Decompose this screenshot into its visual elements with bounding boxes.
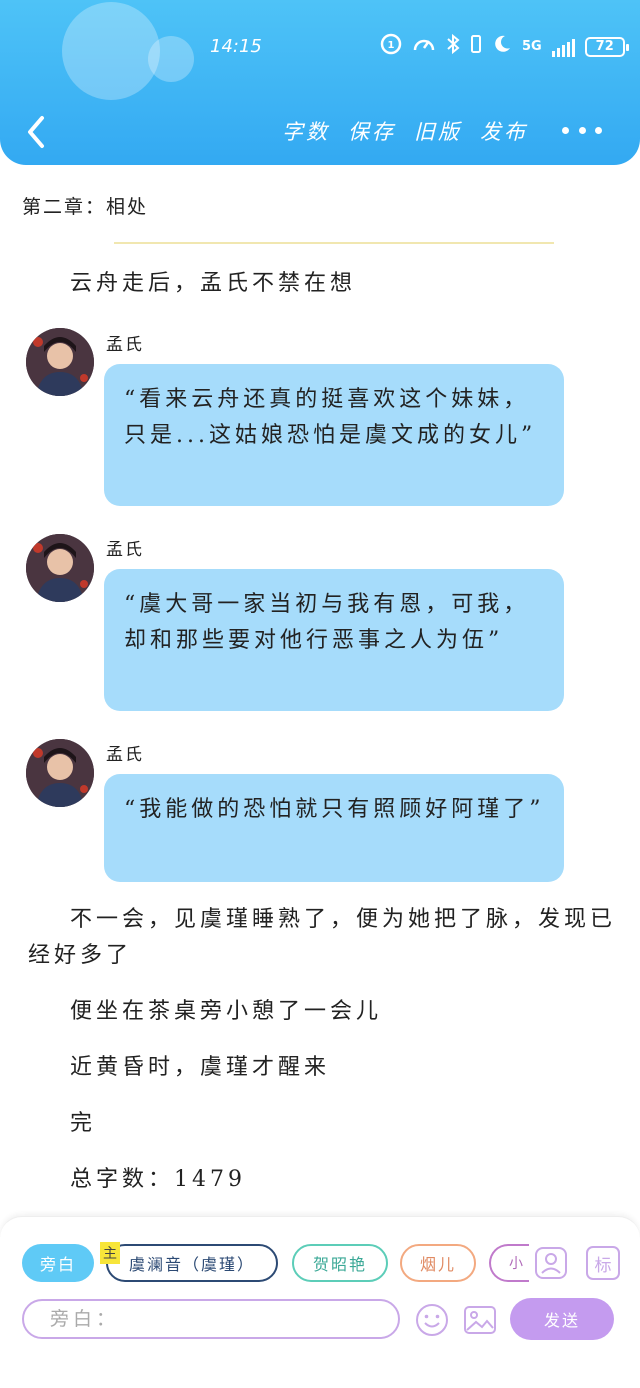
send-button[interactable]: 发送 bbox=[510, 1298, 614, 1340]
role-chip[interactable]: 贺昭艳 bbox=[292, 1244, 388, 1282]
title-divider bbox=[114, 242, 554, 244]
back-icon[interactable] bbox=[20, 112, 54, 152]
dialogue-bubble[interactable]: “虞大哥一家当初与我有恩，可我，却和那些要对他行恶事之人为伍” bbox=[104, 569, 564, 711]
add-role-icon[interactable] bbox=[534, 1246, 568, 1280]
role-chip[interactable]: 小 bbox=[489, 1244, 529, 1282]
tag-icon-label: 标 bbox=[586, 1246, 620, 1280]
decor-bubble bbox=[148, 36, 194, 82]
battery-icon: 72 bbox=[584, 36, 629, 57]
avatar[interactable] bbox=[26, 534, 94, 602]
toolbar-actions: 字数 保存 旧版 发布 bbox=[282, 116, 528, 146]
speaker-name: 孟氏 bbox=[106, 540, 144, 560]
network-label: 5G bbox=[522, 39, 542, 54]
role-chip-label: 小 bbox=[509, 1256, 523, 1272]
publish-button[interactable]: 发布 bbox=[480, 116, 528, 146]
bluetooth-icon bbox=[446, 33, 460, 60]
speed-icon bbox=[412, 33, 436, 60]
story-paragraph[interactable]: 云舟走后，孟氏不禁在想 bbox=[70, 266, 356, 302]
avatar[interactable] bbox=[26, 328, 94, 396]
story-paragraph[interactable]: 近黄昏时，虞瑾才醒来 bbox=[70, 1050, 330, 1086]
decor-bubble bbox=[62, 2, 160, 100]
role-chip[interactable]: 烟儿 bbox=[400, 1244, 476, 1282]
total-word-count: 总字数：1479 bbox=[70, 1167, 246, 1192]
story-paragraph[interactable]: 不一会，见虞瑾睡熟了，便为她把了脉，发现已经好多了 bbox=[28, 902, 618, 974]
hd-icon: 1 bbox=[380, 33, 402, 60]
dialogue-bubble[interactable]: “我能做的恐怕就只有照顾好阿瑾了” bbox=[104, 774, 564, 882]
header-bar: 14:15 1 5G 72 字数 保存 旧版 发布 bbox=[0, 0, 640, 165]
speaker-name: 孟氏 bbox=[106, 335, 144, 355]
story-paragraph[interactable]: 便坐在茶桌旁小憩了一会儿 bbox=[70, 994, 382, 1030]
tag-icon[interactable]: 标 bbox=[586, 1246, 620, 1280]
emoji-icon[interactable] bbox=[414, 1302, 448, 1336]
more-icon[interactable] bbox=[562, 120, 602, 140]
role-chip-narration[interactable]: 旁白 bbox=[22, 1244, 94, 1282]
save-button[interactable]: 保存 bbox=[348, 116, 396, 146]
moon-icon bbox=[492, 33, 512, 60]
signal-icon bbox=[551, 37, 575, 57]
word-count-button[interactable]: 字数 bbox=[282, 116, 330, 146]
vibrate-icon bbox=[470, 33, 482, 60]
status-icons: 1 5G 72 bbox=[380, 33, 629, 60]
speaker-name: 孟氏 bbox=[106, 745, 144, 765]
svg-text:1: 1 bbox=[388, 40, 395, 51]
role-chip[interactable]: 虞澜音（虞瑾） bbox=[106, 1244, 278, 1282]
avatar[interactable] bbox=[26, 739, 94, 807]
main-role-badge: 主 bbox=[100, 1242, 120, 1264]
message-input[interactable] bbox=[22, 1299, 400, 1339]
dialogue-bubble[interactable]: “看来云舟还真的挺喜欢这个妹妹，只是...这姑娘恐怕是虞文成的女儿” bbox=[104, 364, 564, 506]
old-version-button[interactable]: 旧版 bbox=[414, 116, 462, 146]
image-icon[interactable] bbox=[462, 1302, 496, 1336]
chapter-title: 第二章：相处 bbox=[22, 196, 149, 218]
story-paragraph[interactable]: 完 bbox=[70, 1106, 96, 1142]
status-time: 14:15 bbox=[210, 36, 262, 57]
